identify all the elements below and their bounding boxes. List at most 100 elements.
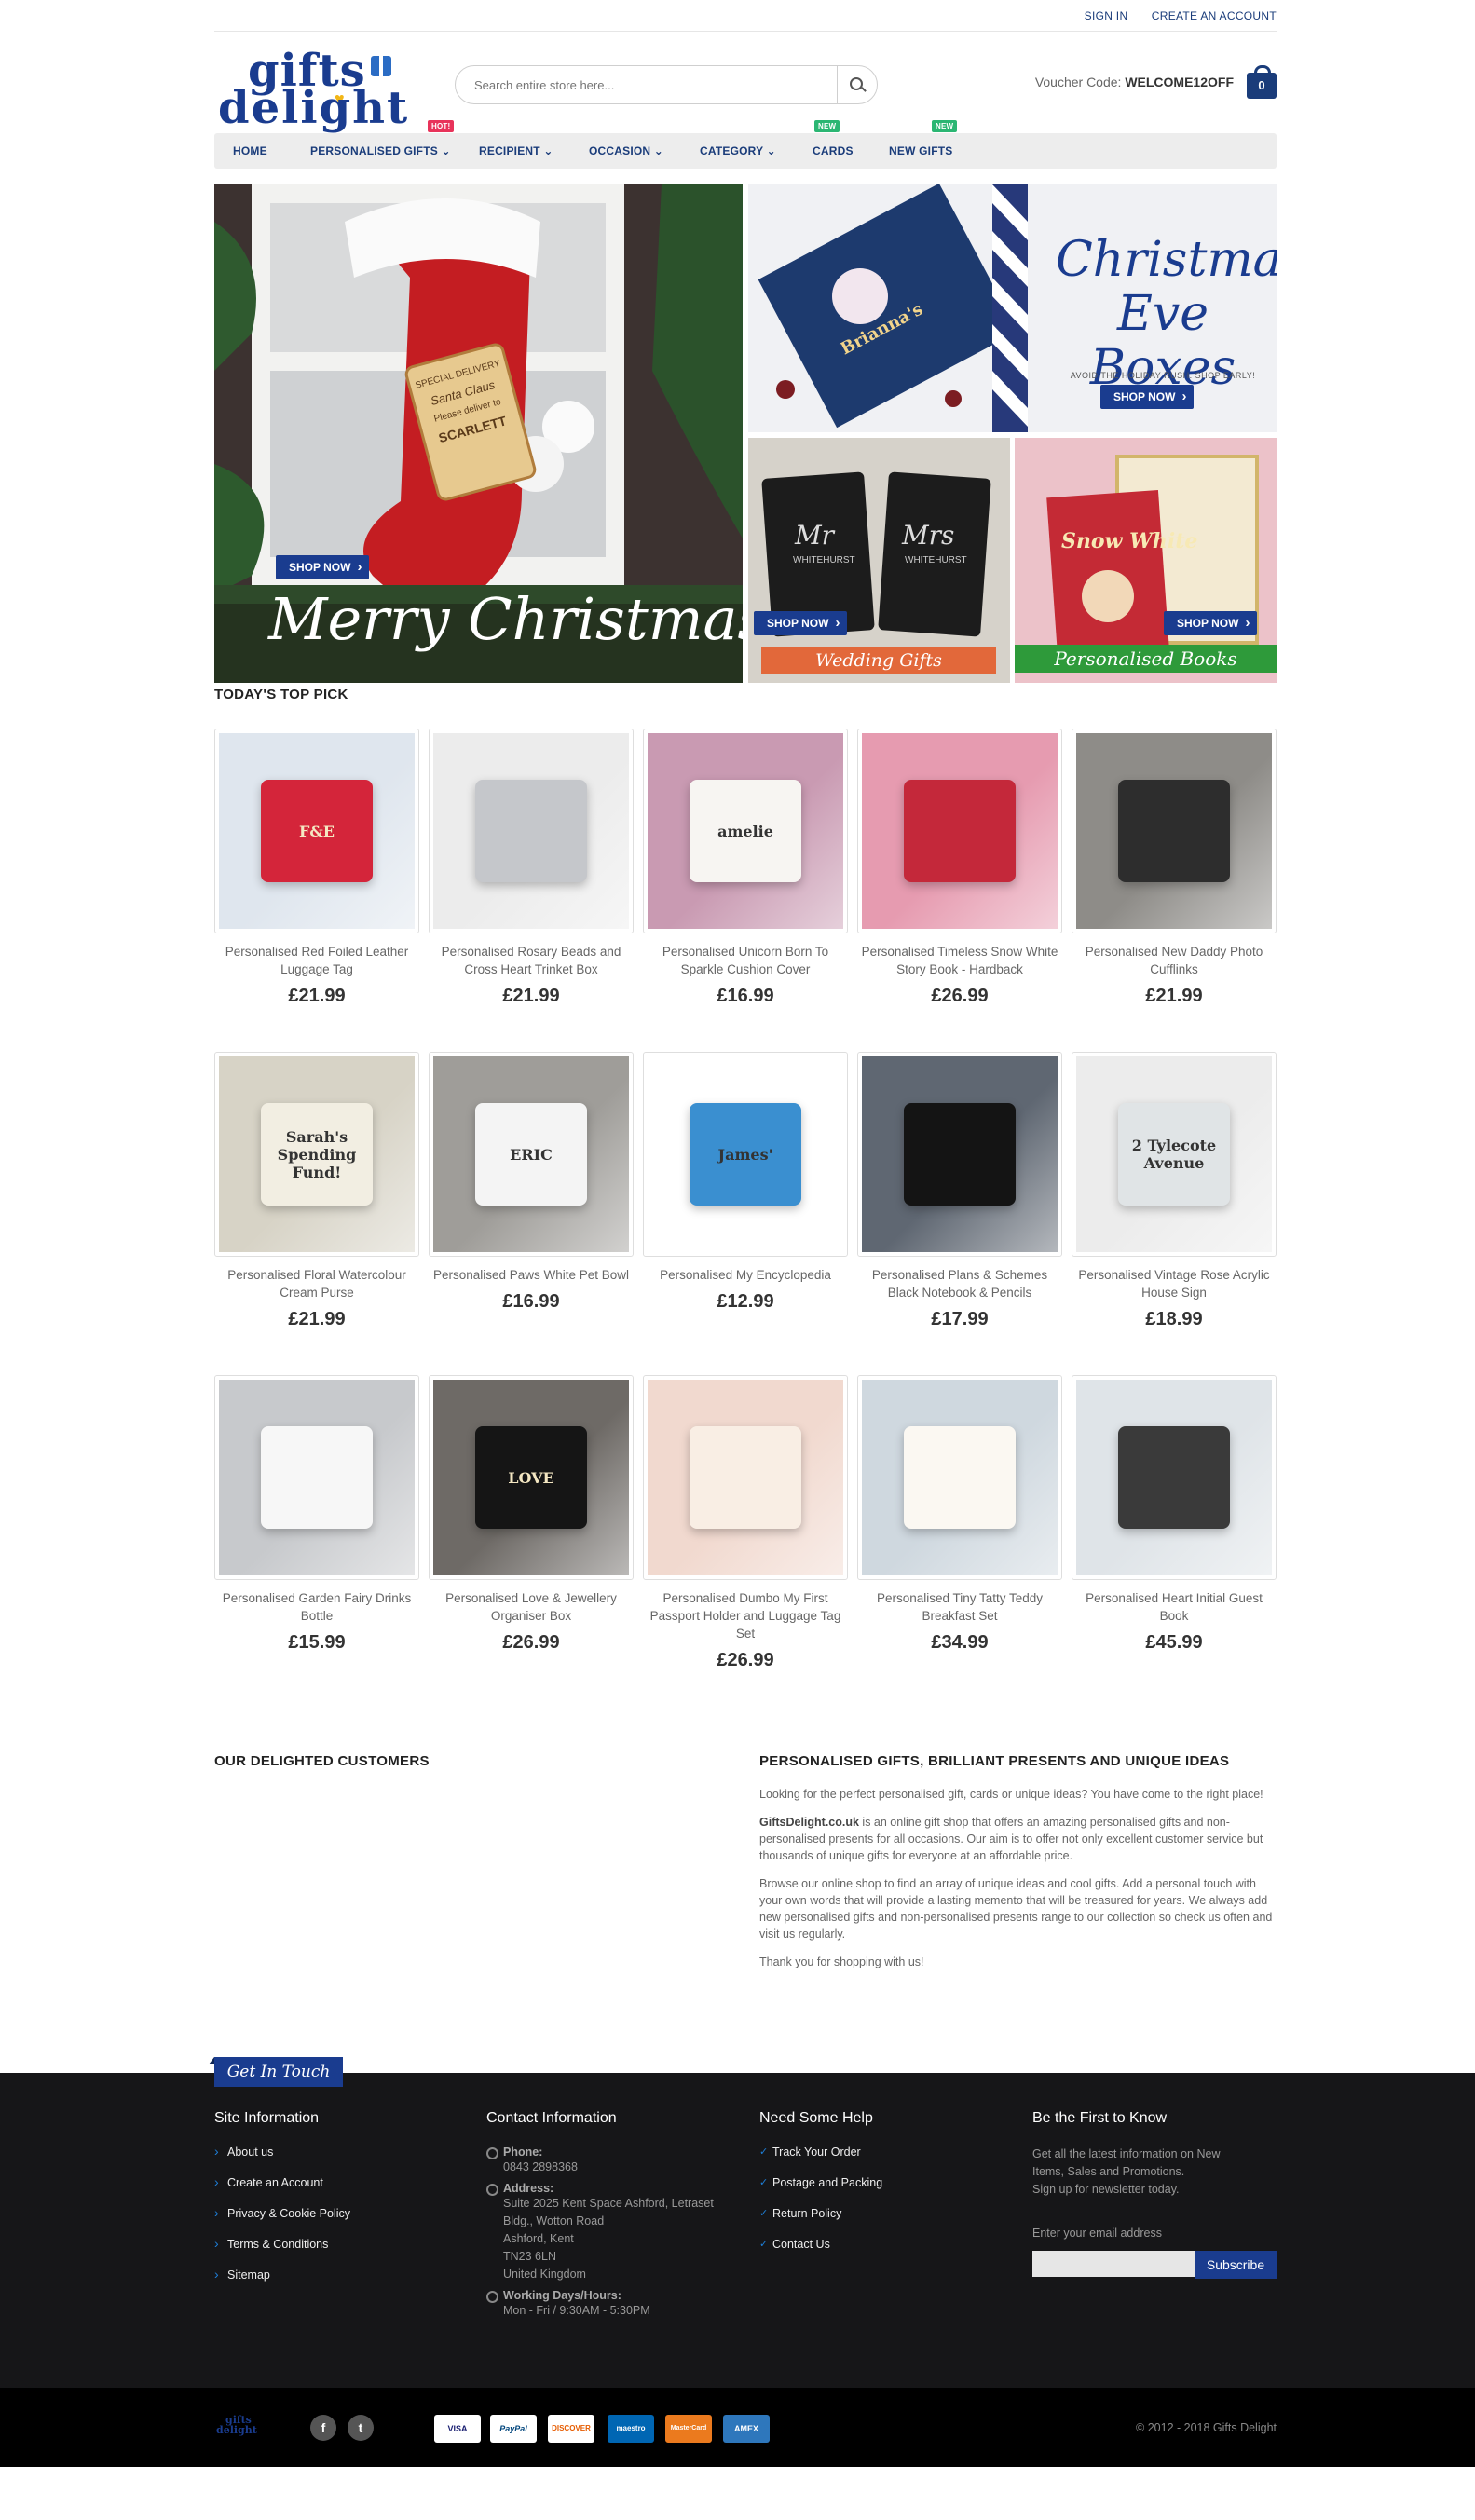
product-item-shape — [690, 1426, 801, 1529]
product-image[interactable] — [1072, 729, 1277, 933]
product-image[interactable]: amelie — [643, 729, 848, 933]
product-image[interactable] — [643, 1375, 848, 1580]
twitter-icon[interactable]: t — [348, 2415, 374, 2441]
product-price: £26.99 — [502, 1632, 560, 1653]
product-name[interactable]: Personalised New Daddy Photo Cufflinks — [1072, 943, 1277, 978]
product-image[interactable] — [429, 729, 634, 933]
product-image[interactable]: ERIC — [429, 1052, 634, 1257]
maestro-icon: maestro — [608, 2415, 654, 2443]
product-name[interactable]: Personalised Heart Initial Guest Book — [1072, 1589, 1277, 1625]
product-photo — [219, 1380, 415, 1575]
product-personalisation-text: F&E — [299, 822, 335, 840]
shop-now-button[interactable]: SHOP NOW — [1164, 611, 1258, 635]
product-item-shape — [261, 1426, 373, 1529]
footer-logo[interactable]: gifts delight — [216, 2415, 257, 2435]
product-personalisation-text: amelie — [717, 822, 773, 840]
product-name[interactable]: Personalised Rosary Beads and Cross Hear… — [429, 943, 634, 978]
about-text: Looking for the perfect personalised gif… — [759, 1786, 1277, 1982]
product-image[interactable] — [857, 1052, 1062, 1257]
product-item-shape — [475, 780, 587, 882]
wedding-gifts-label: Wedding Gifts — [761, 647, 996, 674]
christmas-stocking-banner[interactable]: SPECIAL DELIVERY Santa Claus Please deli… — [214, 184, 743, 683]
newsletter-text-line: Items, Sales and Promotions. — [1032, 2165, 1185, 2178]
product-photo — [433, 733, 629, 929]
product-name[interactable]: Personalised Floral Watercolour Cream Pu… — [214, 1266, 419, 1301]
location-icon: Address: — [486, 2182, 747, 2196]
footer-link-create-account[interactable]: Create an Account — [214, 2174, 457, 2207]
visa-icon: VISA — [434, 2415, 481, 2443]
about-paragraph: GiftsDelight.co.uk is an online gift sho… — [759, 1814, 1277, 1864]
shop-now-button[interactable]: SHOP NOW — [276, 555, 370, 579]
product-image[interactable] — [857, 1375, 1062, 1580]
product-image[interactable]: F&E — [214, 729, 419, 933]
product-name[interactable]: Personalised Plans & Schemes Black Noteb… — [857, 1266, 1062, 1301]
product-photo — [648, 1380, 843, 1575]
footer-link-sitemap[interactable]: Sitemap — [214, 2267, 457, 2299]
address-label: Address: — [503, 2182, 554, 2195]
wedding-gifts-banner[interactable]: Mr Mrs WHITEHURST WHITEHURST SHOP NOW We… — [748, 438, 1010, 683]
facebook-icon[interactable]: f — [310, 2415, 336, 2441]
surname-text: WHITEHURST — [793, 555, 855, 565]
product-price: £16.99 — [717, 986, 774, 1006]
product-item-shape — [1118, 1426, 1230, 1529]
product-image[interactable] — [214, 1375, 419, 1580]
phone-label: Phone: — [503, 2145, 543, 2159]
product-image[interactable]: James' — [643, 1052, 848, 1257]
product-name[interactable]: Personalised My Encyclopedia — [643, 1266, 848, 1284]
footer-link-return-policy[interactable]: Return Policy — [759, 2207, 1002, 2238]
product-photo — [1076, 733, 1272, 929]
address-line: TN23 6LN — [503, 2250, 556, 2263]
paypal-icon: PayPal — [490, 2415, 537, 2443]
product-item-shape: 2 Tylecote Avenue — [1118, 1103, 1230, 1206]
product-item-shape — [1118, 780, 1230, 882]
product-price: £15.99 — [288, 1632, 346, 1653]
mr-text: Mr — [795, 520, 835, 551]
shop-now-button[interactable]: SHOP NOW — [1100, 385, 1195, 409]
subscribe-button[interactable]: Subscribe — [1195, 2251, 1277, 2279]
product-image[interactable]: Sarah's Spending Fund! — [214, 1052, 419, 1257]
product-item-shape — [904, 780, 1016, 882]
personalised-books-banner[interactable]: Snow White SHOP NOW Personalised Books — [1015, 438, 1277, 683]
product-name[interactable]: Personalised Vintage Rose Acrylic House … — [1072, 1266, 1277, 1301]
address-line: Bldg., Wotton Road — [503, 2214, 605, 2227]
mrs-text: Mrs — [902, 520, 955, 551]
product-name[interactable]: Personalised Red Foiled Leather Luggage … — [214, 943, 419, 978]
product-image[interactable]: LOVE — [429, 1375, 634, 1580]
phone-icon: Phone: — [486, 2145, 747, 2159]
footer-link-privacy[interactable]: Privacy & Cookie Policy — [214, 2205, 457, 2238]
product-image[interactable]: 2 Tylecote Avenue — [1072, 1052, 1277, 1257]
top-pick-title: TODAY'S TOP PICK — [214, 687, 348, 702]
footer-link-postage[interactable]: Postage and Packing — [759, 2176, 1002, 2207]
newsletter-column: Be the First to Know Get all the latest … — [1032, 2110, 1277, 2279]
product-name[interactable]: Personalised Tiny Tatty Teddy Breakfast … — [857, 1589, 1062, 1625]
clock-icon: Working Days/Hours: — [486, 2289, 747, 2303]
christmas-eve-boxes-banner[interactable]: Brianna's Christmas Eve Boxes AVOID THE … — [748, 184, 1277, 432]
hours-label: Working Days/Hours: — [503, 2289, 621, 2302]
product-name[interactable]: Personalised Paws White Pet Bowl — [429, 1266, 634, 1284]
amex-icon: AMEX — [723, 2415, 770, 2443]
footer-heading: Site Information — [214, 2110, 320, 2126]
footer-link-track-order[interactable]: Track Your Order — [759, 2145, 1002, 2176]
product-name[interactable]: Personalised Garden Fairy Drinks Bottle — [214, 1589, 419, 1625]
footer-link-terms[interactable]: Terms & Conditions — [214, 2236, 457, 2268]
product-name[interactable]: Personalised Love & Jewellery Organiser … — [429, 1589, 634, 1625]
product-image[interactable] — [1072, 1375, 1277, 1580]
book-title: Snow White — [1061, 529, 1198, 553]
about-site-name: GiftsDelight.co.uk — [759, 1816, 859, 1829]
address-line: Suite 2025 Kent Space Ashford, Letraset — [503, 2197, 714, 2210]
product-photo — [1076, 1380, 1272, 1575]
shop-now-button[interactable]: SHOP NOW — [754, 611, 848, 635]
product-item-shape: ERIC — [475, 1103, 587, 1206]
footer-link-contact-us[interactable]: Contact Us — [759, 2238, 1002, 2268]
product-price: £21.99 — [502, 986, 560, 1006]
personalised-books-label: Personalised Books — [1015, 645, 1277, 673]
product-name[interactable]: Personalised Unicorn Born To Sparkle Cus… — [643, 943, 848, 978]
product-name[interactable]: Personalised Dumbo My First Passport Hol… — [643, 1589, 848, 1642]
product-name[interactable]: Personalised Timeless Snow White Story B… — [857, 943, 1062, 978]
footer-link-about[interactable]: About us — [214, 2144, 457, 2176]
product-item-shape: amelie — [690, 780, 801, 882]
newsletter-email-input[interactable] — [1032, 2251, 1202, 2277]
get-in-touch-tab: Get In Touch — [209, 2057, 343, 2087]
product-image[interactable] — [857, 729, 1062, 933]
product-price: £18.99 — [1145, 1309, 1203, 1329]
